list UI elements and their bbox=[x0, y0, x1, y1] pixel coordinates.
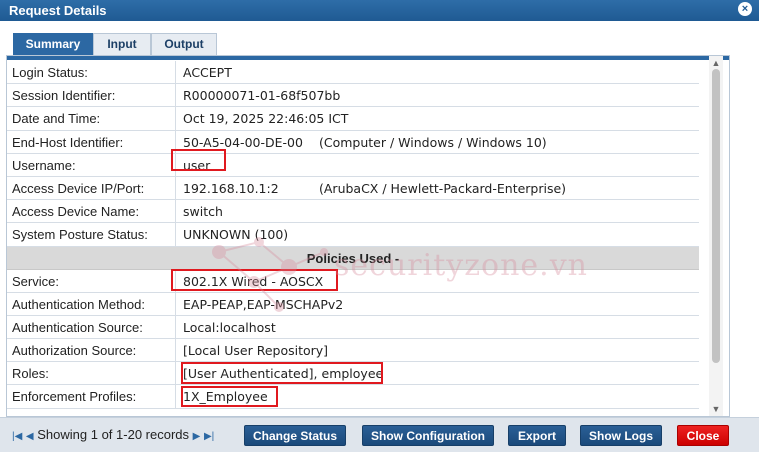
summary-table: Login Status: ACCEPT Session Identifier:… bbox=[7, 61, 699, 409]
window-title-bar: Request Details × bbox=[0, 0, 759, 21]
field-label: Authentication Method: bbox=[12, 296, 145, 312]
field-label: System Posture Status: bbox=[12, 227, 148, 243]
row-login-status: Login Status: ACCEPT bbox=[7, 61, 699, 85]
last-page-icon[interactable]: ▶| bbox=[204, 431, 214, 442]
field-label: Enforcement Profiles: bbox=[12, 389, 137, 405]
vertical-scrollbar[interactable]: ▲ ▼ bbox=[709, 56, 723, 416]
row-authorization-source: Authorization Source: [Local User Reposi… bbox=[7, 339, 699, 363]
row-enforcement-profiles: Enforcement Profiles: 1X_Employee bbox=[7, 385, 699, 409]
scroll-down-icon[interactable]: ▼ bbox=[711, 404, 721, 414]
field-label: End-Host Identifier: bbox=[12, 134, 124, 150]
field-label: Authorization Source: bbox=[12, 343, 137, 359]
field-value: ACCEPT bbox=[183, 65, 232, 80]
highlight-service bbox=[171, 269, 338, 291]
field-label: Login Status: bbox=[12, 65, 88, 80]
field-value: EAP-PEAP,EAP-MSCHAPv2 bbox=[183, 296, 344, 312]
field-value: R00000071-01-68f507bb bbox=[183, 88, 341, 104]
scroll-thumb[interactable] bbox=[712, 69, 720, 363]
row-date-time: Date and Time: Oct 19, 2025 22:46:05 ICT bbox=[7, 107, 699, 131]
field-value: UNKNOWN (100) bbox=[183, 227, 289, 243]
row-authentication-method: Authentication Method: EAP-PEAP,EAP-MSCH… bbox=[7, 292, 699, 316]
row-username: Username: user bbox=[7, 153, 699, 177]
export-button[interactable]: Export bbox=[508, 425, 566, 446]
panel-accent-bar bbox=[7, 56, 729, 60]
show-logs-button[interactable]: Show Logs bbox=[580, 425, 662, 446]
pager-text: Showing 1 of 1-20 records bbox=[37, 427, 190, 442]
close-button[interactable]: Close bbox=[677, 425, 729, 446]
row-system-posture-status: System Posture Status: UNKNOWN (100) bbox=[7, 223, 699, 247]
field-label: Date and Time: bbox=[12, 111, 101, 127]
row-service: Service: 802.1X Wired - AOSCX bbox=[7, 269, 699, 293]
field-value-detail: (ArubaCX / Hewlett-Packard-Enterprise) bbox=[319, 180, 567, 196]
field-label: Session Identifier: bbox=[12, 88, 116, 104]
field-label: Username: bbox=[12, 157, 76, 173]
row-access-device-ip-port: Access Device IP/Port: 192.168.10.1:2 (A… bbox=[7, 176, 699, 201]
window-title: Request Details bbox=[9, 3, 107, 18]
close-icon[interactable]: × bbox=[738, 2, 752, 16]
show-configuration-button[interactable]: Show Configuration bbox=[362, 425, 494, 446]
field-value: 50-A5-04-00-DE-00 bbox=[183, 134, 303, 150]
field-value-detail: (Computer / Windows / Windows 10) bbox=[319, 134, 547, 150]
field-label: Access Device IP/Port: bbox=[12, 180, 145, 196]
change-status-button[interactable]: Change Status bbox=[244, 425, 346, 446]
field-value: Local:localhost bbox=[183, 319, 276, 335]
field-value: switch bbox=[183, 204, 223, 220]
field-value: [Local User Repository] bbox=[183, 343, 329, 359]
prev-page-icon[interactable]: ◀ bbox=[26, 431, 34, 442]
next-page-icon[interactable]: ▶ bbox=[193, 431, 201, 442]
row-authentication-source: Authentication Source: Local:localhost bbox=[7, 315, 699, 340]
row-end-host-identifier: End-Host Identifier: 50-A5-04-00-DE-00 (… bbox=[7, 130, 699, 154]
highlight-username bbox=[171, 149, 226, 171]
dialog-body: Summary Input Output Login Status: ACCEP… bbox=[0, 21, 759, 452]
row-session-identifier: Session Identifier: R00000071-01-68f507b… bbox=[7, 84, 699, 108]
policies-section-header: Policies Used - bbox=[7, 246, 699, 270]
pager: |◀ ◀ Showing 1 of 1-20 records ▶ ▶| bbox=[12, 427, 214, 442]
first-page-icon[interactable]: |◀ bbox=[12, 431, 22, 442]
row-access-device-name: Access Device Name: switch bbox=[7, 200, 699, 224]
summary-panel: Login Status: ACCEPT Session Identifier:… bbox=[6, 55, 730, 417]
field-label: Roles: bbox=[12, 366, 49, 382]
highlight-enforcement-profiles bbox=[181, 386, 278, 407]
scroll-up-icon[interactable]: ▲ bbox=[711, 58, 721, 68]
highlight-roles bbox=[181, 362, 383, 384]
dialog-footer: |◀ ◀ Showing 1 of 1-20 records ▶ ▶| Chan… bbox=[0, 417, 759, 452]
tab-summary[interactable]: Summary bbox=[13, 33, 93, 55]
field-label: Authentication Source: bbox=[12, 319, 143, 335]
field-label: Access Device Name: bbox=[12, 204, 140, 220]
tab-input[interactable]: Input bbox=[93, 33, 151, 55]
tab-output[interactable]: Output bbox=[151, 33, 217, 55]
field-value: 192.168.10.1:2 bbox=[183, 180, 279, 196]
field-label: Service: bbox=[12, 273, 59, 289]
field-value: Oct 19, 2025 22:46:05 ICT bbox=[183, 111, 349, 127]
